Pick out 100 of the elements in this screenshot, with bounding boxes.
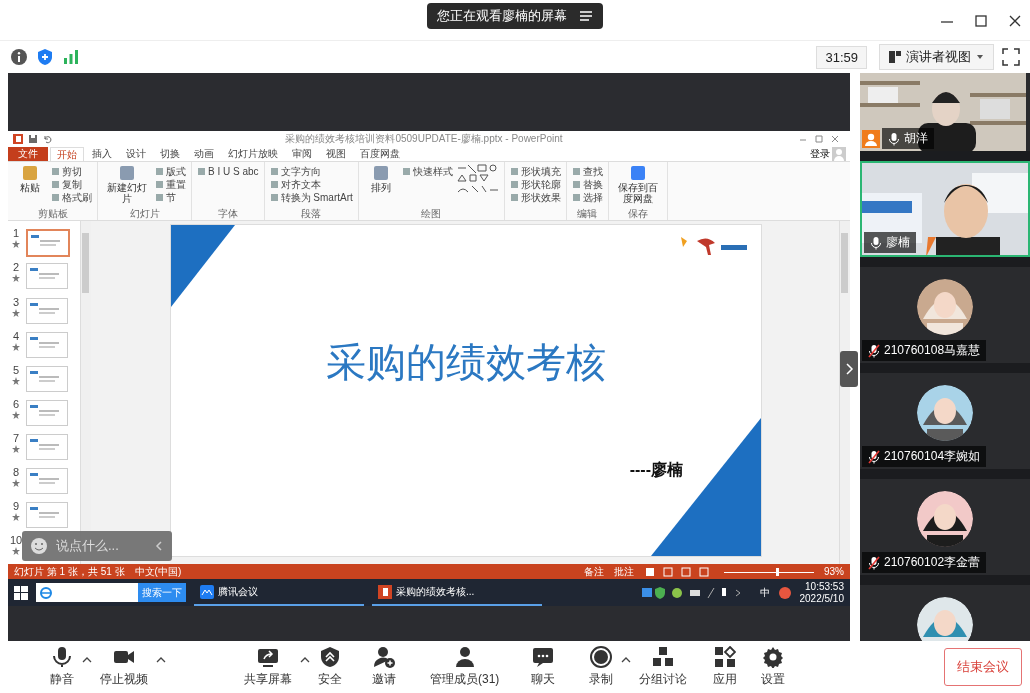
blocks-icon bbox=[652, 646, 675, 668]
caret-icon[interactable] bbox=[300, 656, 310, 664]
shield-icon[interactable] bbox=[36, 48, 54, 66]
toolbar-button[interactable]: 共享屏幕 bbox=[240, 646, 296, 688]
ribbon-button[interactable]: 排列 bbox=[363, 163, 398, 209]
ribbon-tab[interactable]: 审阅 bbox=[286, 146, 318, 161]
ribbon-tab[interactable]: 百度网盘 bbox=[354, 146, 406, 161]
toolbar-button[interactable]: 聊天 bbox=[527, 646, 560, 688]
taskbar-app[interactable]: 采购的绩效考核... bbox=[372, 579, 542, 606]
ribbon-item[interactable]: 剪切 bbox=[51, 165, 92, 177]
zoom-slider[interactable] bbox=[724, 566, 814, 577]
slide-thumbnail[interactable] bbox=[26, 229, 70, 258]
notes-button[interactable]: 备注 bbox=[584, 564, 604, 579]
group-label: 编辑 bbox=[576, 208, 599, 221]
star-icon bbox=[12, 410, 20, 419]
apps-icon bbox=[714, 646, 737, 668]
slide-number: 8 bbox=[12, 466, 20, 479]
ribbon-item[interactable]: B I U S abc bbox=[197, 165, 259, 177]
emoji-icon[interactable] bbox=[30, 537, 48, 555]
taskbar-clock[interactable]: 10:53:53 2022/5/10 bbox=[799, 580, 844, 605]
caret-icon[interactable] bbox=[82, 656, 92, 664]
save-icon[interactable] bbox=[28, 133, 38, 144]
participant-tile[interactable]: 210760102李金蕾 bbox=[860, 479, 1030, 575]
participant-tile[interactable]: 廖楠 bbox=[860, 161, 1030, 257]
ribbon-tab[interactable]: 插入 bbox=[86, 146, 118, 161]
group-label: 剪贴板 bbox=[36, 208, 69, 221]
undo-icon[interactable] bbox=[42, 133, 52, 144]
ribbon-item[interactable]: 替换 bbox=[571, 178, 603, 190]
toolbar-button[interactable]: 静音 bbox=[46, 646, 78, 688]
ribbon-item[interactable]: 格式刷 bbox=[51, 191, 92, 203]
caret-icon[interactable] bbox=[621, 656, 632, 664]
ribbon-tab[interactable]: 动画 bbox=[188, 146, 220, 161]
tool-icon bbox=[401, 166, 411, 176]
slide-thumbnail[interactable] bbox=[26, 263, 68, 290]
comments-button[interactable]: 批注 bbox=[614, 564, 634, 579]
taskbar-app[interactable]: 腾讯会议 bbox=[194, 579, 364, 606]
toolbar-button[interactable]: 录制 bbox=[585, 646, 618, 688]
ribbon-button[interactable]: 保存到百度网盘 bbox=[613, 163, 662, 209]
toolbar-button[interactable]: 安全 bbox=[314, 646, 346, 688]
slide-number: 6 bbox=[12, 397, 20, 411]
slide-thumbnail[interactable] bbox=[26, 331, 68, 358]
ribbon-item[interactable]: 形状效果 bbox=[509, 191, 561, 203]
ribbon-tab[interactable]: 视图 bbox=[320, 146, 352, 161]
toolbar-button[interactable]: 分组讨论 bbox=[635, 646, 692, 688]
slide-thumbnail[interactable] bbox=[26, 297, 68, 324]
ribbon-tab[interactable]: 设计 bbox=[120, 146, 152, 161]
group-label: 绘图 bbox=[420, 208, 443, 221]
ribbon-item[interactable]: 转换为 SmartArt bbox=[269, 191, 353, 203]
toolbar-button[interactable]: 停止视频 bbox=[96, 646, 152, 688]
view-dropdown[interactable]: 演讲者视图 bbox=[879, 44, 994, 70]
toolbar-button[interactable]: 管理成员(31) bbox=[426, 646, 504, 688]
info-icon[interactable] bbox=[10, 48, 28, 66]
ribbon-item[interactable]: 对齐文本 bbox=[269, 178, 353, 190]
file-tab[interactable]: 文件 bbox=[8, 146, 48, 161]
add-user-icon bbox=[373, 646, 395, 668]
toolbar-button[interactable]: 邀请 bbox=[368, 646, 400, 688]
participant-tile[interactable]: 210760108马嘉慧 bbox=[860, 267, 1030, 363]
collapse-icon[interactable] bbox=[154, 540, 164, 552]
scrollbar[interactable] bbox=[839, 221, 850, 565]
slide-number: 10 bbox=[9, 534, 23, 548]
ribbon-item[interactable]: 快速样式 bbox=[401, 165, 453, 177]
tool-icon bbox=[117, 163, 137, 182]
close-icon[interactable] bbox=[1008, 14, 1022, 28]
panel-toggle-handle[interactable] bbox=[840, 351, 858, 387]
ribbon-item[interactable]: 复制 bbox=[51, 178, 92, 190]
toolbar-button[interactable]: 设置 bbox=[757, 646, 790, 688]
ribbon-item[interactable]: 文字方向 bbox=[269, 165, 353, 177]
ribbon-button[interactable]: 新建幻灯片 bbox=[103, 163, 151, 209]
slide-thumbnail[interactable] bbox=[26, 433, 68, 460]
slide-thumbnail[interactable] bbox=[26, 468, 68, 494]
menu-icon[interactable] bbox=[579, 10, 593, 22]
participant-tile[interactable]: 210760104李婉如 bbox=[860, 373, 1030, 469]
signal-icon[interactable] bbox=[62, 48, 80, 66]
ribbon-tab[interactable]: 切换 bbox=[154, 146, 186, 161]
tool-icon bbox=[197, 166, 206, 176]
ribbon-button[interactable]: 粘贴 bbox=[13, 163, 47, 209]
toolbar-button[interactable]: 应用 bbox=[709, 646, 742, 688]
slide-thumbnail[interactable] bbox=[26, 365, 68, 392]
slide-number: 9 bbox=[12, 500, 20, 514]
ribbon-item[interactable]: 版式 bbox=[155, 165, 186, 177]
fullscreen-icon[interactable] bbox=[1002, 48, 1020, 66]
ribbon-item[interactable]: 形状轮廓 bbox=[509, 178, 561, 190]
windows-icon[interactable] bbox=[14, 585, 28, 600]
sign-in-link[interactable]: 登录 bbox=[810, 146, 830, 161]
ribbon-item[interactable]: 选择 bbox=[571, 191, 603, 203]
ribbon-item[interactable]: 形状填充 bbox=[509, 165, 561, 177]
maximize-icon[interactable] bbox=[974, 14, 988, 28]
ribbon-item[interactable]: 重置 bbox=[155, 178, 186, 190]
caret-icon[interactable] bbox=[156, 656, 166, 664]
group-label: 字体 bbox=[216, 208, 239, 221]
end-meeting-button[interactable]: 结束会议 bbox=[944, 648, 1022, 686]
ribbon-tab[interactable]: 开始 bbox=[50, 146, 84, 161]
input-method-indicator[interactable]: 中 bbox=[759, 585, 770, 600]
ribbon-tab[interactable]: 幻灯片放映 bbox=[222, 146, 284, 161]
participant-tile[interactable]: 胡洋 bbox=[860, 73, 1030, 151]
slide-thumbnail[interactable] bbox=[26, 502, 68, 529]
ribbon-item[interactable]: 查找 bbox=[571, 165, 603, 177]
tool-icon bbox=[20, 163, 40, 182]
ribbon-item[interactable]: 节 bbox=[155, 191, 186, 203]
slide-thumbnail[interactable] bbox=[26, 399, 68, 426]
